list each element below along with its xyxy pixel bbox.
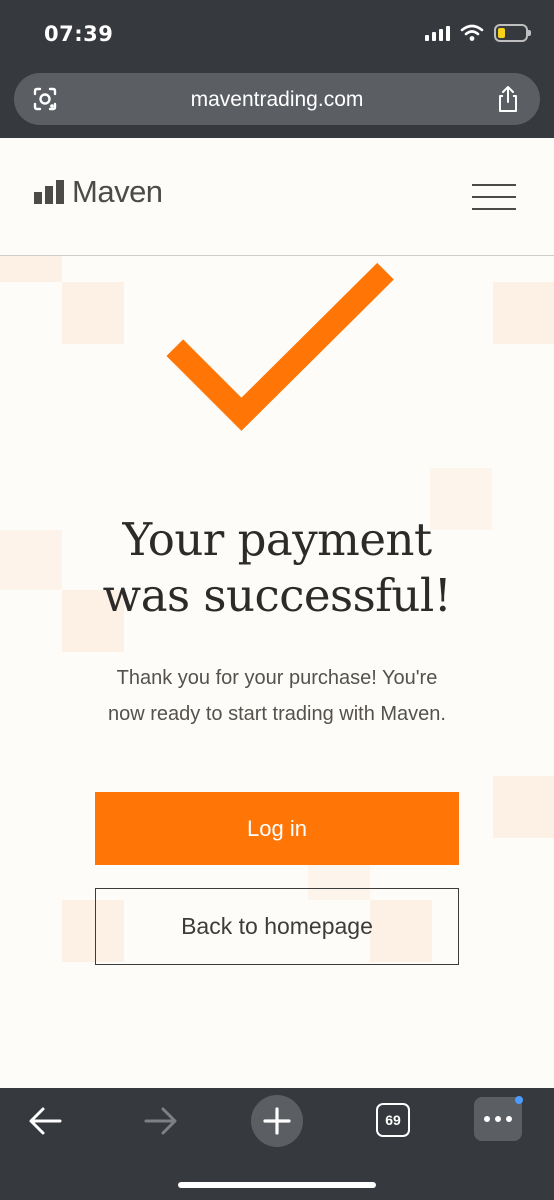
page-content: Maven Your payment was successful! Thank… (0, 138, 554, 1088)
back-to-homepage-button[interactable]: Back to homepage (95, 888, 459, 965)
status-time: 07:39 (44, 22, 114, 46)
notification-dot (515, 1096, 523, 1104)
url-text[interactable]: maventrading.com (14, 88, 540, 112)
cellular-signal-icon (425, 25, 450, 41)
share-icon[interactable] (496, 85, 520, 113)
status-bar: 07:39 (0, 0, 554, 66)
battery-icon (494, 24, 531, 42)
new-tab-button[interactable] (251, 1095, 303, 1147)
background-tile (0, 256, 62, 282)
logo[interactable]: Maven (34, 174, 163, 210)
bar-chart-logo-icon (34, 180, 64, 204)
more-icon[interactable] (474, 1097, 522, 1141)
success-message-line-2: now ready to start trading with Maven. (108, 703, 446, 725)
success-message-line-1: Thank you for your purchase! You're (116, 667, 438, 689)
back-arrow-icon[interactable] (26, 1104, 64, 1138)
checkmark-icon (166, 262, 394, 431)
site-header: Maven (0, 138, 554, 256)
page-title-line-1: Your payment (122, 513, 432, 566)
success-message: Thank you for your purchase! You're now … (0, 660, 554, 732)
home-indicator[interactable] (178, 1182, 376, 1188)
background-tile (493, 776, 554, 838)
background-tile (493, 282, 554, 344)
hamburger-menu-icon[interactable] (472, 184, 516, 210)
address-bar[interactable]: maventrading.com (14, 73, 540, 125)
page-title: Your payment was successful! (0, 512, 554, 624)
browser-bottom-bar: 69 (0, 1088, 554, 1200)
browser-toolbar: maventrading.com (0, 66, 554, 138)
logo-text: Maven (72, 174, 163, 209)
status-icons (425, 24, 531, 42)
battery-level (498, 28, 505, 38)
forward-arrow-icon[interactable] (142, 1104, 180, 1138)
login-button[interactable]: Log in (95, 792, 459, 865)
wifi-icon (460, 24, 484, 41)
background-tile (62, 282, 124, 344)
page-title-line-2: was successful! (102, 569, 452, 622)
plus-icon (263, 1107, 291, 1135)
tabs-icon[interactable]: 69 (376, 1103, 410, 1137)
